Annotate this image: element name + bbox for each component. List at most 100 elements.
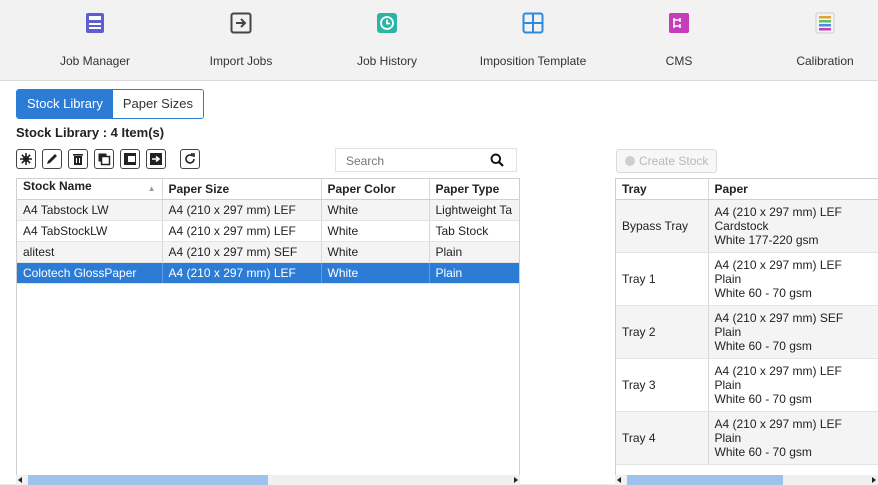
cell-stock-name: Colotech GlossPaper	[17, 263, 162, 284]
cell-tray-name: Tray 4	[616, 412, 708, 465]
cell-paper-color: White	[321, 221, 429, 242]
tray-paper-size: A4 (210 x 297 mm) SEF	[715, 311, 878, 325]
new-stock-button[interactable]	[16, 149, 36, 169]
library-tabs: Stock Library Paper Sizes	[16, 89, 204, 119]
tray-row[interactable]: Tray 1 A4 (210 x 297 mm) LEFPlainWhite 6…	[616, 253, 878, 306]
tray-paper-spec: White 177-220 gsm	[715, 233, 878, 247]
sort-asc-icon: ▲	[148, 179, 156, 199]
tray-paper-spec: White 60 - 70 gsm	[715, 286, 878, 300]
scroll-left-icon[interactable]	[18, 477, 22, 483]
column-header-paper[interactable]: Paper	[708, 179, 878, 200]
cell-paper-size: A4 (210 x 297 mm) LEF	[162, 263, 321, 284]
stock-count-label: Stock Library : 4 Item(s)	[16, 125, 164, 140]
column-header-label: Stock Name	[23, 179, 92, 193]
cell-paper-size: A4 (210 x 297 mm) LEF	[162, 200, 321, 221]
imposition-template-icon	[522, 12, 544, 34]
tab-stock-library[interactable]: Stock Library	[17, 90, 113, 118]
column-header-paper-color[interactable]: Paper Color	[321, 179, 429, 200]
copy-icon	[97, 152, 111, 166]
import-stock-button[interactable]	[120, 149, 140, 169]
cell-tray-paper: A4 (210 x 297 mm) LEFPlainWhite 60 - 70 …	[708, 412, 878, 465]
cell-paper-type: Tab Stock	[429, 221, 520, 242]
job-manager-button[interactable]: Job Manager	[25, 12, 165, 72]
tab-paper-sizes[interactable]: Paper Sizes	[113, 90, 203, 118]
job-history-button[interactable]: Job History	[317, 12, 457, 72]
column-header-stock-name[interactable]: Stock Name ▲	[17, 179, 162, 200]
edit-stock-button[interactable]	[42, 149, 62, 169]
stock-search-input[interactable]	[344, 149, 488, 173]
job-history-icon	[376, 12, 398, 34]
cell-paper-type: Plain	[429, 263, 520, 284]
cell-stock-name: A4 Tabstock LW	[17, 200, 162, 221]
tray-paper-size: A4 (210 x 297 mm) LEF	[715, 364, 878, 378]
column-header-paper-size[interactable]: Paper Size	[162, 179, 321, 200]
scroll-right-icon[interactable]	[514, 477, 518, 483]
tray-paper-type: Plain	[715, 431, 878, 445]
column-header-tray[interactable]: Tray	[616, 179, 708, 200]
create-stock-button[interactable]: Create Stock	[616, 149, 717, 173]
top-toolbar: Job Manager Import Jobs Job History Impo…	[0, 0, 878, 81]
job-manager-icon	[84, 12, 106, 34]
main-panel: Stock Library Paper Sizes Stock Library …	[0, 81, 878, 484]
cell-paper-color: White	[321, 200, 429, 221]
calibration-icon	[814, 12, 836, 34]
job-manager-label: Job Manager	[25, 54, 165, 68]
stock-search-box	[335, 148, 517, 172]
cell-tray-paper: A4 (210 x 297 mm) LEFCardstockWhite 177-…	[708, 200, 878, 253]
stock-action-bar	[16, 149, 200, 169]
tray-paper-spec: White 60 - 70 gsm	[715, 339, 878, 353]
cms-label: CMS	[609, 54, 749, 68]
cell-paper-type: Plain	[429, 242, 520, 263]
tray-row[interactable]: Tray 2 A4 (210 x 297 mm) SEFPlainWhite 6…	[616, 306, 878, 359]
tray-paper-type: Plain	[715, 325, 878, 339]
tray-paper-type: Cardstock	[715, 219, 878, 233]
tray-row[interactable]: Bypass Tray A4 (210 x 297 mm) LEFCardsto…	[616, 200, 878, 253]
refresh-stock-button[interactable]	[180, 149, 200, 169]
table-row[interactable]: alitest A4 (210 x 297 mm) SEF White Plai…	[17, 242, 520, 263]
tray-row[interactable]: Tray 3 A4 (210 x 297 mm) LEFPlainWhite 6…	[616, 359, 878, 412]
export-icon	[149, 152, 163, 166]
cell-tray-name: Tray 3	[616, 359, 708, 412]
tray-paper-spec: White 60 - 70 gsm	[715, 392, 878, 406]
table-row-selected[interactable]: Colotech GlossPaper A4 (210 x 297 mm) LE…	[17, 263, 520, 284]
table-row[interactable]: A4 TabStockLW A4 (210 x 297 mm) LEF Whit…	[17, 221, 520, 242]
scroll-left-icon[interactable]	[617, 477, 621, 483]
scroll-right-icon[interactable]	[872, 477, 876, 483]
cell-paper-size: A4 (210 x 297 mm) SEF	[162, 242, 321, 263]
cell-tray-paper: A4 (210 x 297 mm) SEFPlainWhite 60 - 70 …	[708, 306, 878, 359]
export-stock-button[interactable]	[146, 149, 166, 169]
imposition-template-button[interactable]: Imposition Template	[463, 12, 603, 72]
import-jobs-button[interactable]: Import Jobs	[171, 12, 311, 72]
search-icon[interactable]	[490, 153, 504, 167]
tray-paper-size: A4 (210 x 297 mm) LEF	[715, 417, 878, 431]
tray-row[interactable]: Tray 4 A4 (210 x 297 mm) LEFPlainWhite 6…	[616, 412, 878, 465]
edit-icon	[45, 152, 59, 166]
cell-stock-name: A4 TabStockLW	[17, 221, 162, 242]
tray-paper-spec: White 60 - 70 gsm	[715, 445, 878, 459]
column-header-paper-type[interactable]: Paper Type	[429, 179, 520, 200]
cell-tray-name: Tray 2	[616, 306, 708, 359]
new-icon	[19, 152, 33, 166]
imposition-template-label: Imposition Template	[463, 54, 603, 68]
stock-table: Stock Name ▲ Paper Size Paper Color Paper…	[16, 178, 520, 478]
import-icon	[123, 152, 137, 166]
stock-table-header: Stock Name ▲ Paper Size Paper Color Paper…	[17, 179, 520, 200]
cell-tray-name: Bypass Tray	[616, 200, 708, 253]
import-jobs-label: Import Jobs	[171, 54, 311, 68]
tray-paper-type: Plain	[715, 272, 878, 286]
tray-paper-size: A4 (210 x 297 mm) LEF	[715, 205, 878, 219]
delete-stock-button[interactable]	[68, 149, 88, 169]
cell-tray-name: Tray 1	[616, 253, 708, 306]
cell-paper-size: A4 (210 x 297 mm) LEF	[162, 221, 321, 242]
job-history-label: Job History	[317, 54, 457, 68]
delete-icon	[71, 152, 85, 166]
cell-paper-type: Lightweight Ta	[429, 200, 520, 221]
tray-paper-size: A4 (210 x 297 mm) LEF	[715, 258, 878, 272]
cms-button[interactable]: CMS	[609, 12, 749, 72]
create-stock-label: Create Stock	[639, 150, 708, 172]
create-stock-icon	[625, 156, 635, 166]
copy-stock-button[interactable]	[94, 149, 114, 169]
table-row[interactable]: A4 Tabstock LW A4 (210 x 297 mm) LEF Whi…	[17, 200, 520, 221]
calibration-button[interactable]: Calibration	[755, 12, 878, 72]
cell-paper-color: White	[321, 263, 429, 284]
